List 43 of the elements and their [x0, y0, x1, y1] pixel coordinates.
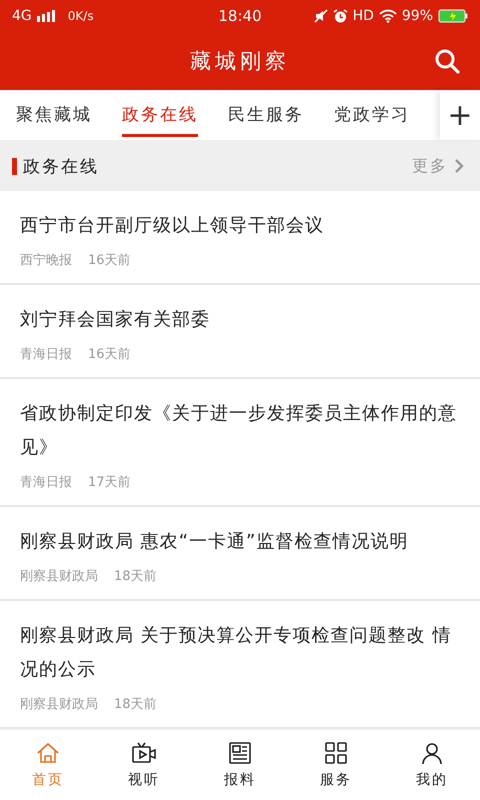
- article-time: 16天前: [88, 346, 131, 363]
- search-icon[interactable]: [434, 48, 460, 74]
- grid-icon: [324, 741, 348, 765]
- article-time: 16天前: [88, 252, 131, 269]
- article-source: 西宁晚报: [20, 252, 72, 269]
- category-tab[interactable]: 政务在线: [122, 93, 198, 137]
- nav-item[interactable]: 我的: [384, 730, 480, 800]
- article-source: 刚察县财政局: [20, 696, 98, 713]
- article-source: 青海日报: [20, 474, 72, 491]
- newspaper-icon: [228, 741, 252, 765]
- article-time: 18天前: [114, 568, 157, 585]
- section-title: 政务在线: [23, 156, 99, 178]
- section-marker: [12, 158, 17, 174]
- battery-percent: 99%: [402, 8, 433, 24]
- user-icon: [420, 741, 444, 765]
- tv-icon: [131, 741, 157, 765]
- mute-icon: [314, 9, 328, 23]
- article-title[interactable]: 西宁市台开副厅级以上领导干部会议: [20, 209, 464, 243]
- home-icon: [36, 741, 60, 765]
- add-tab-button[interactable]: +: [440, 90, 480, 140]
- category-tab[interactable]: 民生服务: [228, 93, 304, 137]
- article-time: 17天前: [88, 474, 131, 491]
- network-speed: 0K/s: [68, 9, 94, 23]
- battery-icon: [438, 9, 468, 23]
- article-title[interactable]: 刘宁拜会国家有关部委: [20, 303, 464, 337]
- signal-icon: [36, 10, 57, 22]
- nav-item[interactable]: 报料: [192, 730, 288, 800]
- article-title[interactable]: 省政协制定印发《关于进一步发挥委员主体作用的意见》: [20, 397, 464, 465]
- article-source: 青海日报: [20, 346, 72, 363]
- nav-item[interactable]: 视听: [96, 730, 192, 800]
- article-time: 18天前: [114, 696, 157, 713]
- hd-indicator: HD: [352, 8, 374, 24]
- app-title: 藏城刚察: [190, 48, 290, 75]
- category-tab[interactable]: 聚焦藏城: [16, 93, 92, 137]
- nav-item[interactable]: 服务: [288, 730, 384, 800]
- article-title[interactable]: 刚察县财政局 关于预决算公开专项检查问题整改 情况的公示: [20, 619, 464, 687]
- category-tab[interactable]: 党政学习: [334, 93, 410, 137]
- alarm-icon: [332, 8, 348, 24]
- article-title[interactable]: 刚察县财政局 惠农“一卡通”监督检查情况说明: [20, 525, 464, 559]
- network-type: 4G: [12, 8, 32, 24]
- clock-time: 18:40: [218, 7, 262, 25]
- wifi-icon: [378, 9, 397, 23]
- article-source: 刚察县财政局: [20, 568, 98, 585]
